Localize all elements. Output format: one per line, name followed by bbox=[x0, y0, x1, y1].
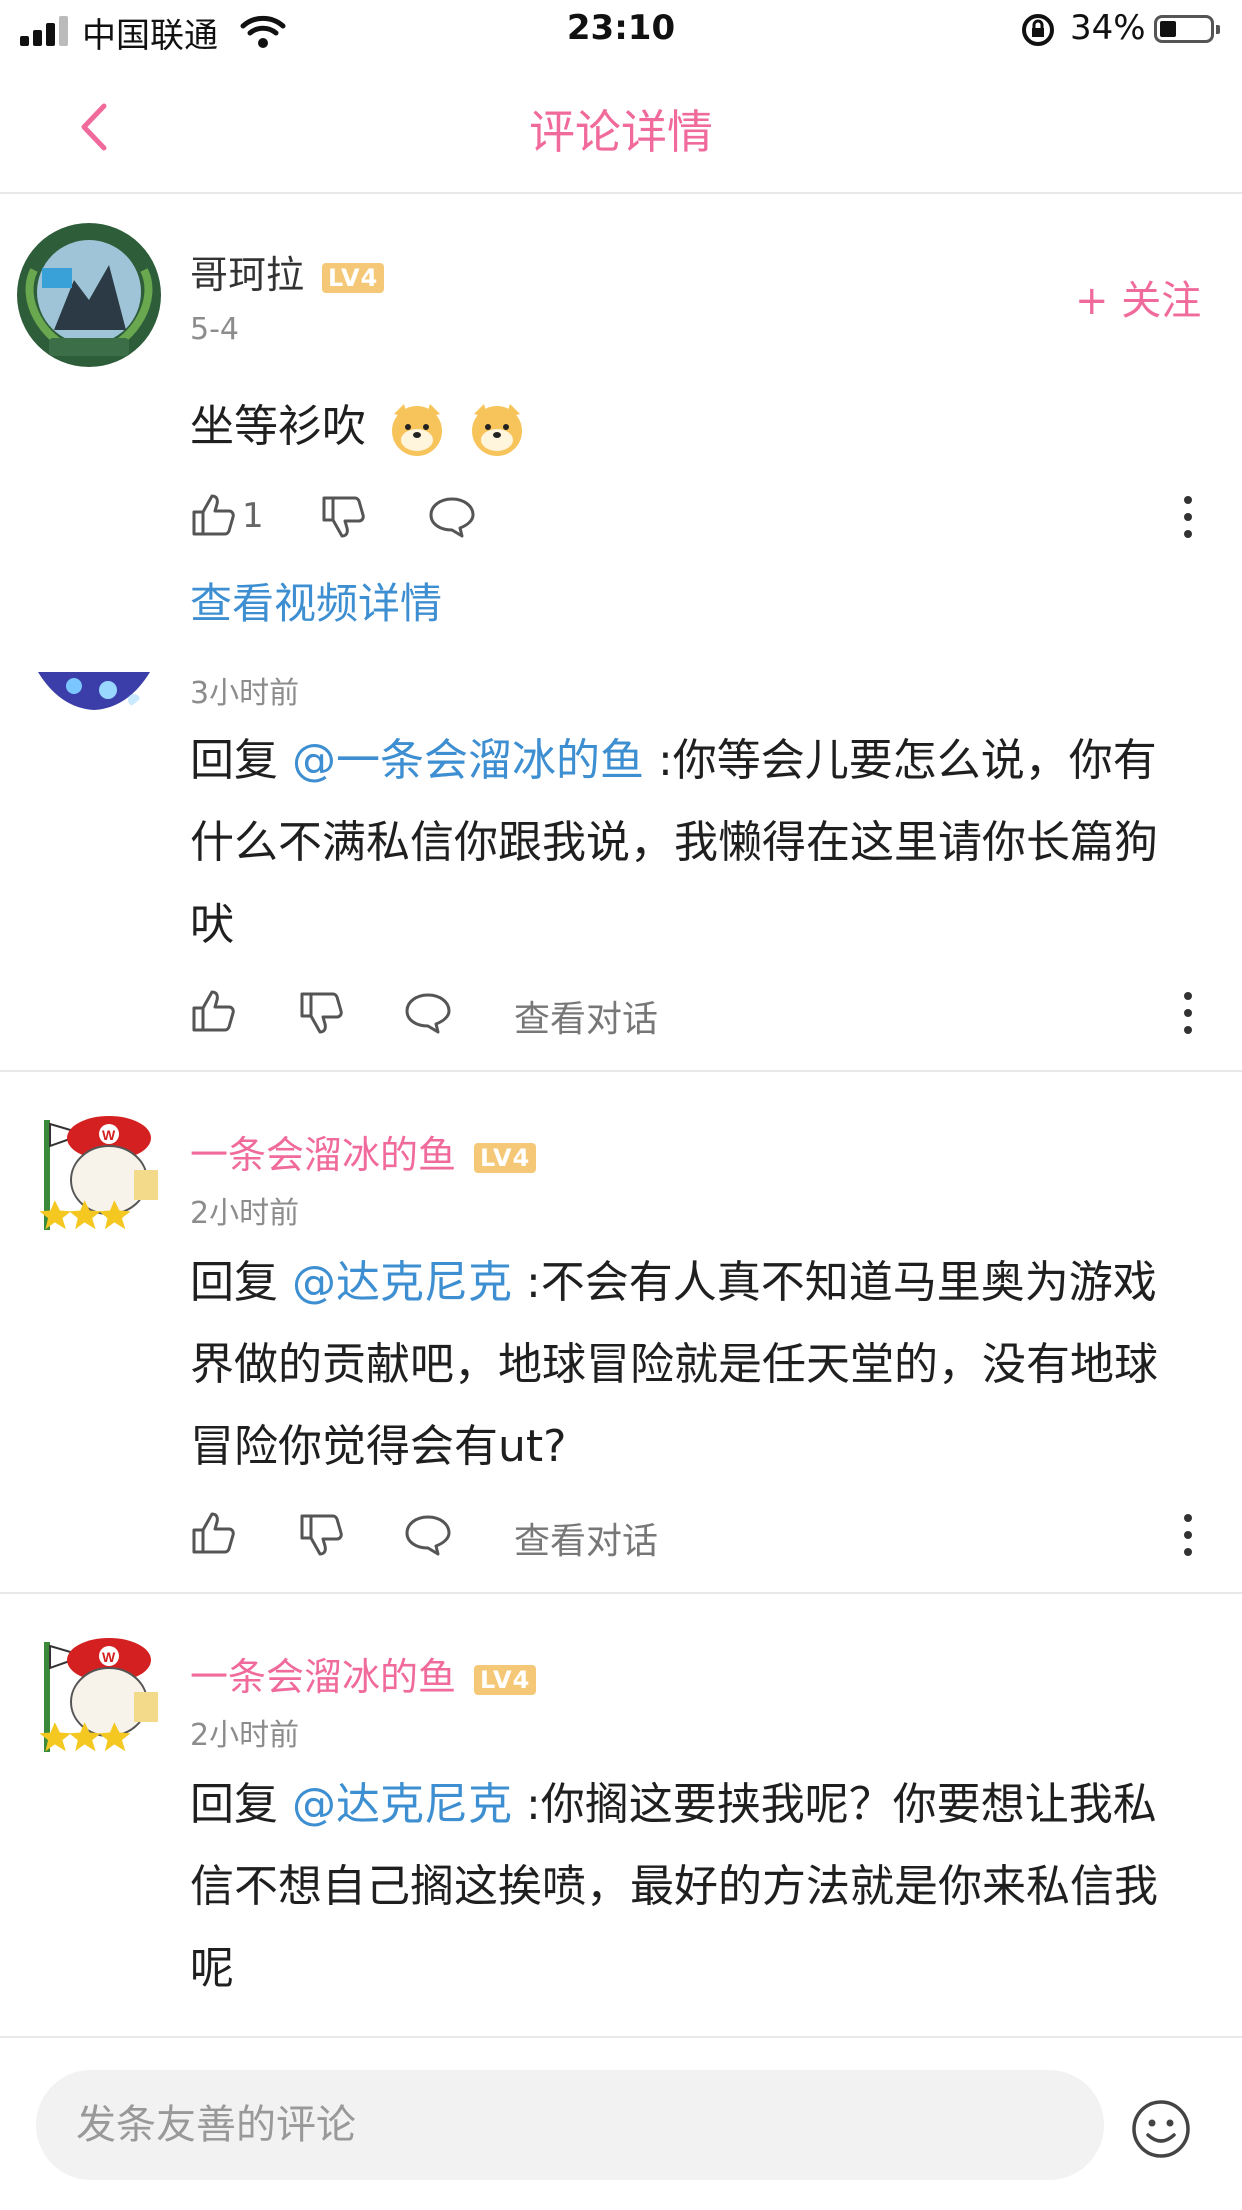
orientation-lock-icon bbox=[1022, 14, 1054, 46]
avatar[interactable]: W bbox=[14, 1100, 164, 1250]
level-badge: LV4 bbox=[474, 1664, 537, 1695]
avatar[interactable] bbox=[14, 220, 164, 370]
battery-icon bbox=[1154, 15, 1220, 43]
emoji-icon[interactable] bbox=[1130, 2098, 1192, 2160]
mention-link[interactable]: @一条会溜冰的鱼 bbox=[292, 735, 644, 786]
divider bbox=[0, 1592, 1242, 1594]
doge-emoji-icon bbox=[472, 404, 522, 456]
view-conversation-link[interactable]: 查看对话 bbox=[514, 990, 658, 1042]
divider bbox=[0, 1070, 1242, 1072]
comment-input[interactable]: 发条友善的评论 bbox=[36, 2070, 1104, 2180]
mention-link[interactable]: @达克尼克 bbox=[292, 1779, 512, 1830]
thumbs-down-icon[interactable] bbox=[320, 494, 366, 540]
svg-text:W: W bbox=[102, 1649, 116, 1665]
username[interactable]: 哥珂拉 LV4 bbox=[190, 244, 385, 299]
thumbs-up-icon[interactable] bbox=[190, 492, 236, 538]
reply-text: 回复 @一条会溜冰的鱼 :你等会儿要怎么说，你有什么不满私信你跟我说，我懒得在这… bbox=[190, 735, 1158, 950]
comment-icon[interactable] bbox=[404, 992, 452, 1034]
thumbs-down-icon[interactable] bbox=[298, 1512, 344, 1558]
mention-link[interactable]: @达克尼克 bbox=[292, 1257, 512, 1308]
comment-icon[interactable] bbox=[428, 496, 476, 538]
page-title: 评论详情 bbox=[529, 105, 713, 159]
comment-date: 5-4 bbox=[190, 312, 239, 347]
avatar[interactable]: W bbox=[14, 1622, 164, 1772]
navigation-bar: 评论详情 bbox=[0, 62, 1242, 194]
view-conversation-link[interactable]: 查看对话 bbox=[514, 1512, 658, 1564]
thumbs-up-icon[interactable] bbox=[190, 1510, 236, 1556]
reply-time: 2小时前 bbox=[190, 1196, 300, 1231]
level-badge: LV4 bbox=[474, 1142, 537, 1173]
svg-text:W: W bbox=[102, 1127, 116, 1143]
follow-button[interactable]: + 关注 bbox=[1075, 268, 1201, 326]
more-options-icon[interactable] bbox=[1182, 992, 1194, 1043]
more-options-icon[interactable] bbox=[1182, 1514, 1194, 1565]
avatar[interactable] bbox=[38, 672, 150, 712]
like-count: 1 bbox=[242, 496, 264, 536]
reply-text: 回复 @达克尼克 :不会有人真不知道马里奥为游戏界做的贡献吧，地球冒险就是任天堂… bbox=[190, 1257, 1158, 1472]
doge-emoji-icon bbox=[392, 404, 442, 456]
username[interactable]: 一条会溜冰的鱼 LV4 bbox=[190, 1646, 537, 1701]
reply-time: 3小时前 bbox=[190, 676, 300, 711]
view-video-details-link[interactable]: 查看视频详情 bbox=[190, 570, 442, 631]
level-badge: LV4 bbox=[322, 262, 385, 293]
comment-text: 坐等衫吹 bbox=[190, 386, 1200, 468]
thumbs-down-icon[interactable] bbox=[298, 990, 344, 1036]
more-options-icon[interactable] bbox=[1182, 496, 1194, 547]
username[interactable]: 一条会溜冰的鱼 LV4 bbox=[190, 1124, 537, 1179]
status-bar: 中国联通 23:10 34% bbox=[0, 0, 1242, 62]
comment-icon[interactable] bbox=[404, 1514, 452, 1556]
battery-percent: 34% bbox=[1070, 8, 1146, 48]
comment-input-bar: 发条友善的评论 bbox=[0, 2036, 1242, 2210]
reply-text: 回复 @达克尼克 :你搁这要挟我呢？你要想让我私信不想自己搁这挨喷，最好的方法就… bbox=[190, 1779, 1158, 1994]
thumbs-up-icon[interactable] bbox=[190, 988, 236, 1034]
reply-time: 2小时前 bbox=[190, 1718, 300, 1753]
